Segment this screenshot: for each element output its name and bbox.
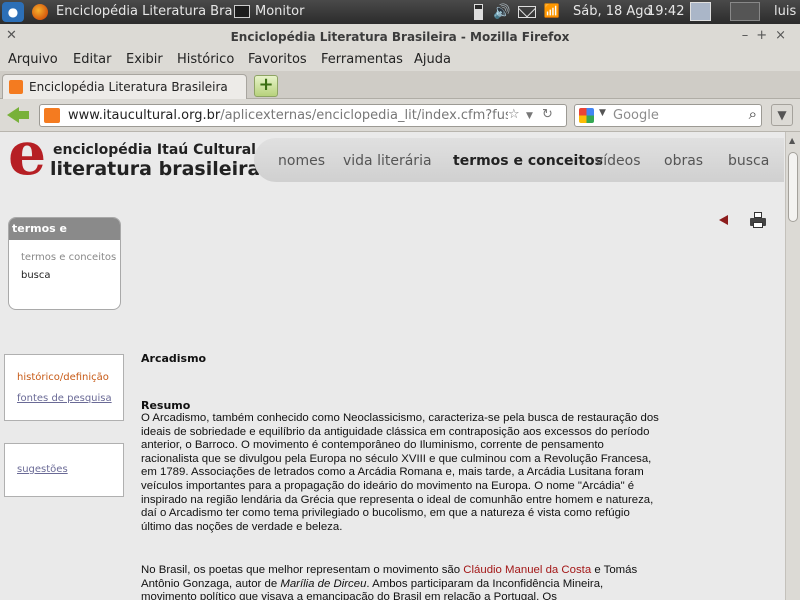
bookmark-star-icon[interactable]: ☆ (508, 107, 520, 122)
site-nav: nomes vida literária termos e conceitos … (254, 138, 784, 182)
wifi-icon[interactable]: 📶 (541, 0, 563, 24)
site-favicon-icon (9, 80, 23, 94)
search-icon[interactable]: ⌕ (749, 105, 757, 123)
termos-box-header: termos e conceitos (9, 218, 120, 257)
monitor-icon[interactable] (234, 5, 250, 18)
search-bar[interactable]: ▼ Google ⌕ (574, 104, 762, 127)
window-title: Enciclopédia Literatura Brasileira - Moz… (230, 30, 570, 44)
suggestions-box: sugestões (4, 443, 124, 497)
search-input[interactable]: Google (613, 108, 659, 123)
system-panel: ● Enciclopédia Literatura Bras... Monito… (0, 0, 800, 24)
page-viewport: e enciclopédia Itaú Cultural literatura … (0, 132, 785, 600)
vertical-scrollbar[interactable]: ▲ (785, 132, 800, 600)
history-dropdown-icon[interactable]: ▼ (526, 111, 533, 121)
menu-favoritos[interactable]: Favoritos (248, 52, 307, 67)
nav-videos[interactable]: vídeos (595, 153, 641, 169)
workspace-1[interactable] (690, 2, 711, 21)
article-paragraph-1: O Arcadismo, também conhecido como Neocl… (141, 412, 659, 533)
menu-historico[interactable]: Histórico (177, 52, 234, 67)
taskbar-monitor-title[interactable]: Monitor (255, 0, 304, 24)
workspace-2[interactable] (730, 2, 760, 21)
nav-busca[interactable]: busca (728, 153, 769, 169)
reload-icon[interactable]: ↻ (542, 107, 553, 122)
site-logo-line2[interactable]: literatura brasileira (50, 158, 260, 180)
google-icon[interactable] (579, 108, 594, 123)
menu-arquivo[interactable]: Arquivo (8, 52, 58, 67)
tab-enciclopedia[interactable]: Enciclopédia Literatura Brasileira (2, 74, 247, 99)
panel-clock[interactable]: 19:42 (647, 0, 684, 24)
p2-text-before: No Brasil, os poetas que melhor represen… (141, 564, 464, 576)
panel-date[interactable]: Sáb, 18 Ago (573, 0, 652, 24)
volume-icon[interactable]: 🔊 (492, 0, 512, 24)
site-identity-icon[interactable] (44, 108, 60, 123)
sugestoes-link[interactable]: sugestões (17, 464, 68, 475)
user-menu[interactable]: luis (774, 0, 796, 24)
ubuntu-logo-icon[interactable]: ● (2, 2, 24, 22)
historico-definicao-link[interactable]: histórico/definição (17, 372, 109, 383)
navigation-bar: www.itaucultural.org.br/aplicexternas/en… (0, 99, 800, 132)
firefox-icon[interactable] (32, 4, 48, 20)
menu-ferramentas[interactable]: Ferramentas (321, 52, 403, 67)
url-bar[interactable]: www.itaucultural.org.br/aplicexternas/en… (39, 104, 567, 127)
article-resumo-heading: Resumo (141, 399, 191, 412)
firefox-menu-button[interactable]: ▼ (771, 104, 793, 126)
nav-obras[interactable]: obras (664, 153, 703, 169)
window-titlebar: ✕ Enciclopédia Literatura Brasileira - M… (0, 24, 800, 49)
window-controls[interactable]: –+× (742, 28, 794, 43)
article-title: Arcadismo (141, 352, 207, 365)
tab-label: Enciclopédia Literatura Brasileira (29, 80, 228, 94)
menu-exibir[interactable]: Exibir (126, 52, 163, 67)
printer-icon[interactable] (750, 212, 766, 228)
busca-link[interactable]: busca (21, 270, 51, 281)
back-arrow-icon[interactable] (5, 104, 31, 126)
url-text[interactable]: www.itaucultural.org.br/aplicexternas/en… (68, 108, 508, 123)
new-tab-button[interactable]: + (254, 75, 278, 97)
claudio-manuel-da-costa-link[interactable]: Cláudio Manuel da Costa (463, 564, 591, 576)
menu-editar[interactable]: Editar (73, 52, 112, 67)
back-arrow-icon[interactable] (719, 215, 728, 225)
battery-icon[interactable] (474, 4, 483, 20)
search-engine-caret-icon[interactable]: ▼ (599, 108, 606, 118)
fontes-de-pesquisa-link[interactable]: fontes de pesquisa (17, 393, 112, 404)
taskbar-firefox-title[interactable]: Enciclopédia Literatura Bras... (56, 0, 232, 24)
url-domain: www.itaucultural.org.br (68, 108, 221, 123)
article-paragraph-2: No Brasil, os poetas que melhor represen… (141, 564, 651, 600)
menu-ajuda[interactable]: Ajuda (414, 52, 451, 67)
site-logo-line1[interactable]: enciclopédia Itaú Cultural (53, 142, 256, 158)
mail-icon[interactable] (518, 6, 536, 18)
marilia-de-dirceu-title: Marília de Dirceu (280, 577, 367, 590)
url-path: /aplicexternas/enciclopedia_lit/index.cf… (220, 108, 508, 123)
site-logo-letter[interactable]: e (8, 132, 46, 184)
termos-link[interactable]: termos e conceitos (21, 252, 116, 263)
menu-bar: Arquivo Editar Exibir Histórico Favorito… (0, 49, 800, 71)
nav-termos-e-conceitos[interactable]: termos e conceitos (439, 145, 617, 171)
nav-nomes[interactable]: nomes (278, 153, 325, 169)
scrollbar-thumb[interactable] (788, 152, 798, 222)
nav-vida-literaria[interactable]: vida literária (343, 153, 432, 169)
tab-strip: Enciclopédia Literatura Brasileira + (0, 71, 800, 99)
scroll-up-icon[interactable]: ▲ (789, 136, 795, 145)
termos-box: termos e conceitos termos e conceitos bu… (8, 217, 121, 310)
history-box: histórico/definição fontes de pesquisa (4, 354, 124, 421)
